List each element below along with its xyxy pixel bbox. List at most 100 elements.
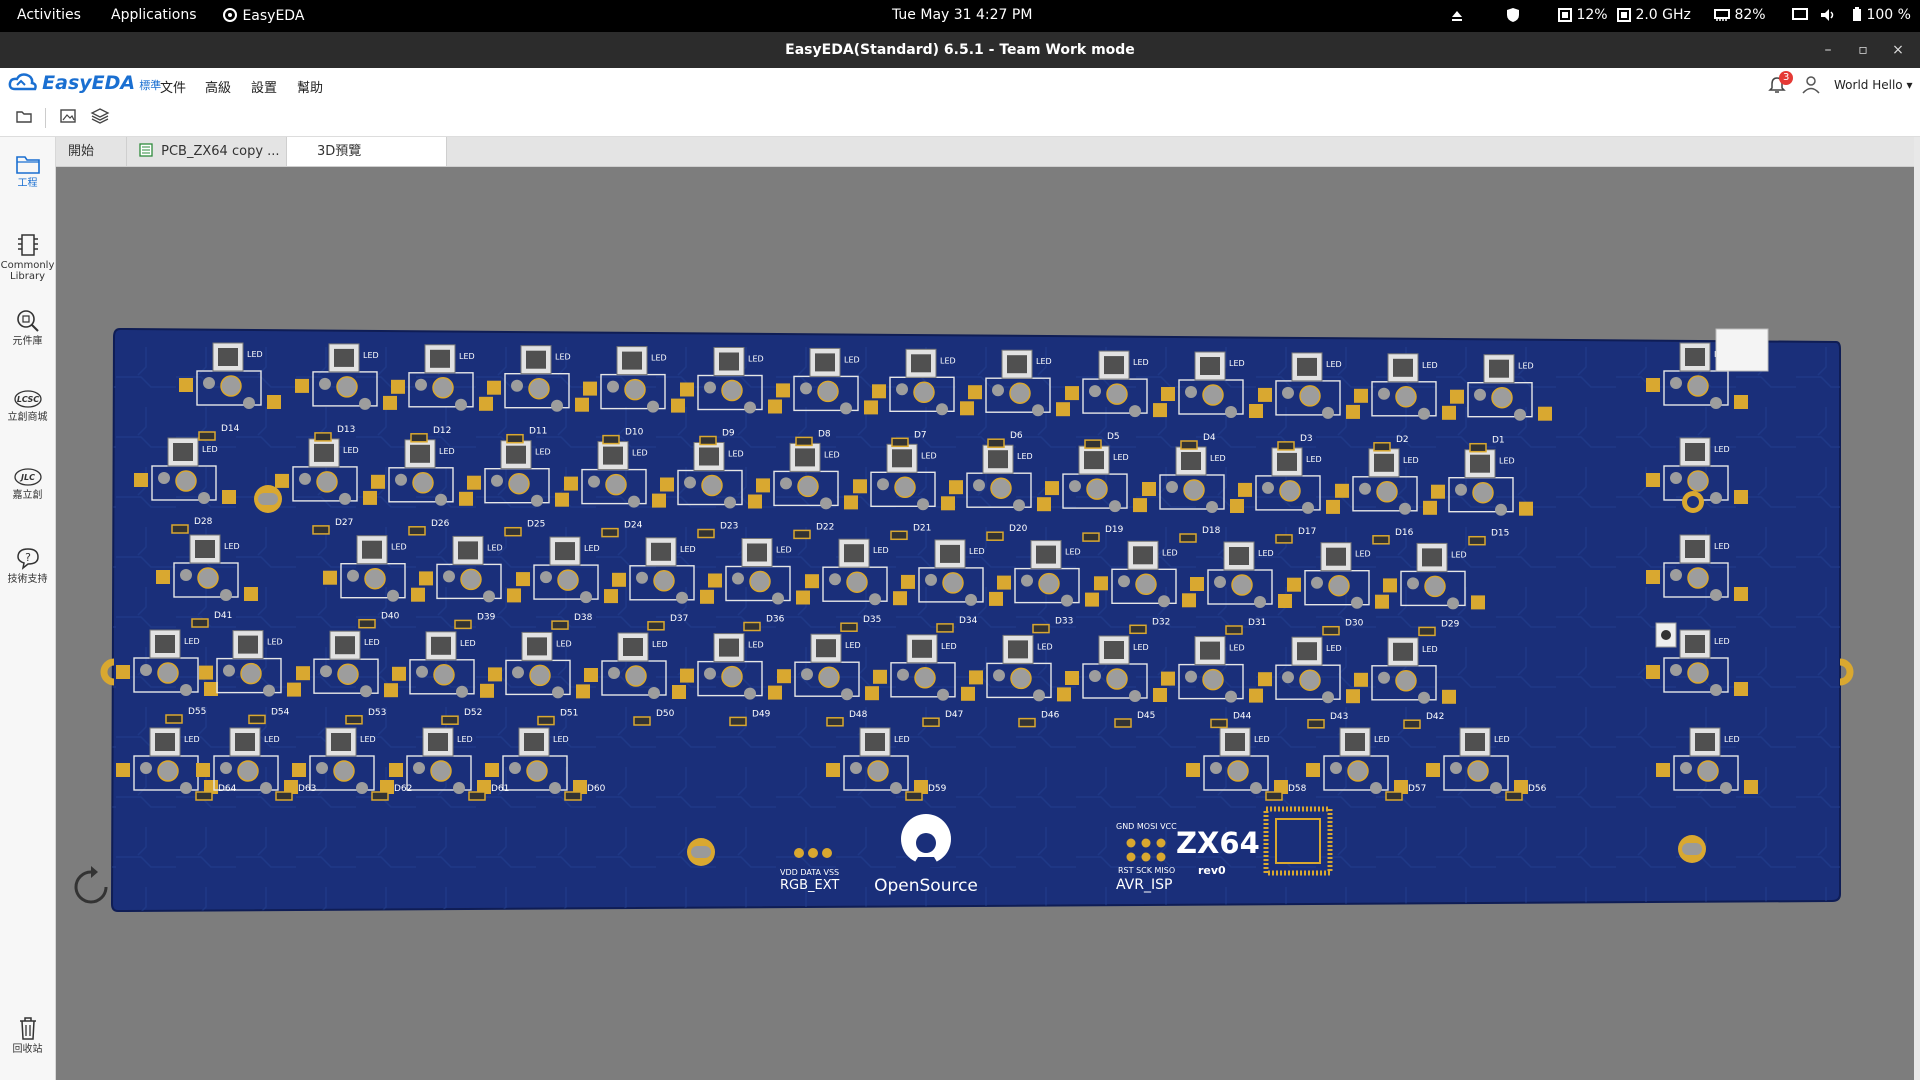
- sidebar-item-project[interactable]: 工程: [0, 151, 55, 189]
- diode-label: D27: [335, 518, 353, 528]
- pcb-3d-render[interactable]: LED LED LED LED LED LED LED LED LED LED LED LED LED L…: [56, 167, 1914, 1080]
- diode-label: D4: [1203, 433, 1216, 443]
- led-label: LED: [1229, 359, 1245, 368]
- memory-indicator[interactable]: 82%: [1714, 7, 1766, 23]
- diode-label: D19: [1105, 525, 1124, 535]
- led-label: LED: [824, 450, 840, 459]
- opensource-text: OpenSource: [874, 876, 978, 896]
- diode-label: D37: [670, 614, 688, 624]
- layers-icon[interactable]: [90, 106, 114, 130]
- volume-icon[interactable]: [1820, 7, 1836, 23]
- menu-settings[interactable]: 設置: [251, 77, 277, 96]
- led-label: LED: [1422, 361, 1438, 370]
- app-name: EasyEDA: [242, 8, 305, 24]
- battery-indicator[interactable]: 100 %: [1852, 7, 1911, 23]
- diode-label: D7: [914, 430, 927, 440]
- led-label: LED: [247, 350, 263, 359]
- led-label: LED: [360, 735, 376, 744]
- notification-bell[interactable]: 3: [1768, 71, 1794, 98]
- clock[interactable]: Tue May 31 4:27 PM: [892, 7, 1032, 23]
- tab-3d-preview[interactable]: 3D預覽: [287, 137, 447, 166]
- minimize-button[interactable]: –: [1813, 32, 1843, 68]
- sidebar-item-lcsc-store[interactable]: LCSC 立創商城: [0, 389, 55, 423]
- mcu-chip: [1263, 806, 1333, 876]
- activities-button[interactable]: Activities: [17, 7, 81, 23]
- window-title-bar: EasyEDA(Standard) 6.5.1 - Team Work mode…: [0, 32, 1920, 68]
- led-label: LED: [1714, 445, 1730, 454]
- sidebar-item-components[interactable]: 元件庫: [0, 309, 55, 347]
- diode-label: D63: [298, 784, 316, 794]
- diode-label: D2: [1396, 435, 1409, 445]
- maximize-button[interactable]: ▫: [1848, 32, 1878, 68]
- battery-icon: [1853, 7, 1861, 21]
- sidebar-label-support: 技術支持: [7, 574, 48, 585]
- close-button[interactable]: ×: [1883, 32, 1913, 68]
- tab-pcb[interactable]: PCB_ZX64 copy ...: [127, 137, 287, 166]
- led-label: LED: [940, 356, 956, 365]
- sidebar-item-commonly-library[interactable]: Commonly Library: [0, 233, 55, 282]
- led-label: LED: [1037, 642, 1053, 651]
- chip-library-icon: [17, 234, 38, 256]
- diode-label: D58: [1288, 784, 1307, 794]
- led-label: LED: [1714, 542, 1730, 551]
- diode-label: D16: [1395, 528, 1414, 538]
- led-label: LED: [1714, 637, 1730, 646]
- sidebar-item-recycle-bin[interactable]: 回收站: [0, 1015, 55, 1055]
- diode-label: D17: [1298, 527, 1316, 537]
- diode-label: D1: [1492, 436, 1505, 446]
- pcb-doc-icon: [139, 143, 153, 157]
- right-panel-handle[interactable]: [1914, 137, 1920, 1080]
- led-label: LED: [1724, 735, 1740, 744]
- user-avatar[interactable]: [1801, 74, 1821, 98]
- user-menu[interactable]: World Hello ▾: [1834, 78, 1912, 92]
- folder-icon[interactable]: [14, 106, 38, 130]
- sidebar-item-support[interactable]: ? 技術支持: [0, 547, 55, 585]
- menu-advanced[interactable]: 高級: [205, 77, 231, 96]
- diode-label: D31: [1248, 618, 1266, 628]
- diode-label: D3: [1300, 434, 1313, 444]
- diode-label: D18: [1202, 526, 1221, 536]
- frequency-indicator[interactable]: 2.0 GHz: [1617, 7, 1691, 23]
- diode-label: D43: [1330, 712, 1348, 722]
- led-label: LED: [1133, 643, 1149, 652]
- sidebar-label-components: 元件庫: [12, 336, 43, 347]
- memory-usage: 82%: [1734, 7, 1766, 23]
- diode-label: D20: [1009, 524, 1028, 534]
- led-label: LED: [556, 639, 572, 648]
- document-tabs: 開始 PCB_ZX64 copy ... 3D預覽: [56, 137, 1920, 167]
- led-label: LED: [460, 639, 476, 648]
- diode-label: D14: [221, 424, 240, 434]
- cloud-logo-icon: [8, 73, 37, 91]
- image-export-icon[interactable]: [58, 106, 82, 130]
- 3d-preview-canvas[interactable]: LED LED LED LED LED LED LED LED LED LED LED LED LED L…: [56, 167, 1914, 1080]
- app-indicator[interactable]: EasyEDA: [222, 7, 304, 24]
- led-label: LED: [487, 543, 503, 552]
- diode-label: D46: [1041, 711, 1060, 721]
- menu-file[interactable]: 文件: [160, 77, 186, 96]
- easyeda-logo[interactable]: EasyEDA 標準: [8, 72, 161, 94]
- diode-label: D9: [722, 429, 735, 439]
- eject-icon[interactable]: [1450, 7, 1464, 23]
- menu-help[interactable]: 幫助: [297, 77, 323, 96]
- sidebar-item-jlc[interactable]: JLC 嘉立創: [0, 467, 55, 501]
- display-icon[interactable]: [1792, 7, 1808, 23]
- led-label: LED: [555, 353, 571, 362]
- reset-view-icon[interactable]: [68, 864, 114, 914]
- sidebar-label-commonly-library: Commonly Library: [0, 260, 55, 282]
- led-label: LED: [680, 545, 696, 554]
- diode-label: D28: [194, 517, 213, 527]
- led-label: LED: [1254, 735, 1270, 744]
- tab-start[interactable]: 開始: [56, 137, 127, 166]
- tab-pcb-label: PCB_ZX64 copy ...: [161, 144, 280, 159]
- diode-label: D51: [560, 709, 578, 719]
- led-label: LED: [632, 449, 648, 458]
- cpu-indicator[interactable]: 12%: [1558, 7, 1608, 23]
- led-label: LED: [224, 542, 240, 551]
- led-label: LED: [776, 546, 792, 555]
- led-label: LED: [1017, 452, 1033, 461]
- diode-label: D24: [624, 521, 643, 531]
- led-label: LED: [1403, 456, 1419, 465]
- shield-icon[interactable]: [1506, 7, 1520, 24]
- lcsc-logo-icon: LCSC: [13, 390, 42, 408]
- applications-menu[interactable]: Applications: [111, 7, 197, 23]
